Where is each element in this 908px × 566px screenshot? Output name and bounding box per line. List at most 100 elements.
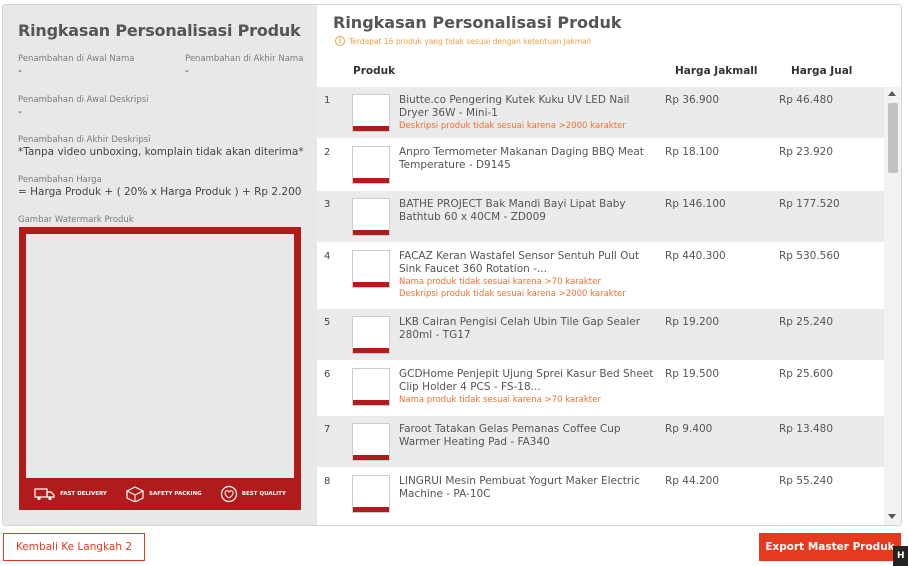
warning-message: i Terdapat 16 produk yang tidak sesuai d… [335, 36, 591, 46]
product-cell: BATHE PROJECT Bak Mandi Bayi Lipat Baby … [399, 198, 659, 224]
product-name: Faroot Tatakan Gelas Pemanas Coffee Cup … [399, 423, 621, 448]
suffix-desc-value: *Tanpa video unboxing, komplain tidak ak… [18, 146, 304, 158]
left-title: Ringkasan Personalisasi Produk [18, 21, 301, 40]
row-number: 1 [324, 95, 331, 106]
product-cell: Faroot Tatakan Gelas Pemanas Coffee Cup … [399, 423, 659, 449]
product-cell: Biutte.co Pengering Kutek Kuku UV LED Na… [399, 94, 659, 132]
harga-jakmall-cell: Rp 36.900 [665, 94, 720, 106]
harga-jakmall-cell: Rp 18.100 [665, 146, 720, 158]
product-error: Deskripsi produk tidak sesuai karena >20… [399, 289, 626, 299]
prefix-name-label: Penambahan di Awal Nama [18, 54, 135, 64]
table-row: 6 GCDHome Penjepit Ujung Sprei Kasur Bed … [317, 361, 884, 416]
watermark-image-area [26, 234, 294, 478]
table-scrollbar[interactable] [884, 87, 901, 525]
table-row: 5 LKB Cairan Pengisi Celah Ubin Tile Gap … [317, 309, 884, 361]
suffix-name-value: - [185, 65, 189, 77]
column-harga-jakmall: Harga Jakmall [675, 65, 758, 77]
quality-heart-icon [220, 485, 237, 503]
price-label: Penambahan Harga [18, 175, 102, 185]
harga-jakmall-cell: Rp 44.200 [665, 475, 720, 487]
table-row: 7 Faroot Tatakan Gelas Pemanas Coffee Cup… [317, 416, 884, 468]
right-title: Ringkasan Personalisasi Produk [333, 13, 622, 32]
product-name: GCDHome Penjepit Ujung Sprei Kasur Bed S… [399, 368, 654, 393]
watermark-badge-bar: FAST DELIVERY SAFETY PACKING BEST QUALIT… [19, 478, 301, 510]
column-harga-jual: Harga Jual [791, 65, 853, 77]
product-error: Nama produk tidak sesuai karena >70 kara… [399, 277, 601, 287]
harga-jakmall-cell: Rp 440.300 [665, 250, 726, 262]
row-number: 3 [324, 199, 331, 210]
harga-jual-cell: Rp 25.600 [779, 368, 834, 380]
product-thumbnail [352, 250, 390, 288]
product-error: Deskripsi produk tidak sesuai karena >20… [399, 121, 626, 131]
harga-jakmall-cell: Rp 19.500 [665, 368, 720, 380]
badge-safety-packing-label: SAFETY PACKING [149, 491, 202, 497]
product-thumbnail [352, 198, 390, 236]
truck-icon [34, 488, 55, 501]
summary-card: Ringkasan Personalisasi Produk Penambaha… [2, 4, 902, 526]
row-number: 8 [324, 476, 331, 487]
product-table-body[interactable]: 1 Biutte.co Pengering Kutek Kuku UV LED N… [317, 87, 884, 525]
badge-fast-delivery: FAST DELIVERY [34, 487, 107, 501]
product-thumbnail [352, 423, 390, 461]
product-cell: LINGRUI Mesin Pembuat Yogurt Maker Elect… [399, 475, 659, 501]
row-number: 4 [324, 251, 331, 262]
table-header: Produk Harga Jakmall Harga Jual [317, 55, 901, 87]
product-thumbnail [352, 368, 390, 406]
product-thumbnail [352, 316, 390, 354]
box-icon [126, 486, 144, 502]
help-widget[interactable]: H [893, 546, 908, 566]
row-number: 6 [324, 369, 331, 380]
product-name: FACAZ Keran Wastafel Sensor Sentuh Pull … [399, 250, 640, 275]
product-thumbnail [352, 475, 390, 513]
harga-jual-cell: Rp 23.920 [779, 146, 834, 158]
row-number: 5 [324, 317, 331, 328]
harga-jual-cell: Rp 55.240 [779, 475, 834, 487]
product-cell: GCDHome Penjepit Ujung Sprei Kasur Bed S… [399, 368, 659, 406]
product-name: LKB Cairan Pengisi Celah Ubin Tile Gap S… [399, 316, 641, 341]
back-to-step-2-button[interactable]: Kembali Ke Langkah 2 [3, 533, 145, 561]
harga-jual-cell: Rp 177.520 [779, 198, 840, 210]
harga-jakmall-cell: Rp 19.200 [665, 316, 720, 328]
table-row: 3 BATHE PROJECT Bak Mandi Bayi Lipat Baby… [317, 191, 884, 243]
left-panel: Ringkasan Personalisasi Produk Penambaha… [3, 5, 317, 525]
table-row: 8 LINGRUI Mesin Pembuat Yogurt Maker Elec… [317, 468, 884, 520]
product-thumbnail [352, 94, 390, 132]
scroll-up-icon[interactable] [888, 91, 896, 96]
product-cell: Anpro Termometer Makanan Daging BBQ Meat… [399, 146, 659, 172]
harga-jual-cell: Rp 25.240 [779, 316, 834, 328]
harga-jakmall-cell: Rp 9.400 [665, 423, 713, 435]
suffix-name-label: Penambahan di Akhir Nama [185, 54, 304, 64]
table-row: 1 Biutte.co Pengering Kutek Kuku UV LED N… [317, 87, 884, 139]
row-number: 2 [324, 147, 331, 158]
badge-fast-delivery-label: FAST DELIVERY [60, 491, 107, 497]
harga-jual-cell: Rp 530.560 [779, 250, 840, 262]
product-name: Biutte.co Pengering Kutek Kuku UV LED Na… [399, 94, 630, 119]
watermark-label: Gambar Watermark Produk [18, 215, 134, 225]
badge-safety-packing: SAFETY PACKING [125, 486, 202, 502]
scroll-down-icon[interactable] [888, 514, 896, 519]
info-icon: i [335, 36, 345, 46]
suffix-desc-label: Penambahan di Akhir Deskripsi [18, 135, 151, 145]
product-error: Nama produk tidak sesuai karena >70 kara… [399, 395, 601, 405]
watermark-preview: FAST DELIVERY SAFETY PACKING BEST QUALIT… [19, 227, 301, 510]
product-name: Anpro Termometer Makanan Daging BBQ Meat… [399, 146, 644, 171]
table-row: 2 Anpro Termometer Makanan Daging BBQ Mea… [317, 139, 884, 191]
harga-jakmall-cell: Rp 146.100 [665, 198, 726, 210]
price-value: = Harga Produk + ( 20% x Harga Produk ) … [18, 186, 302, 198]
warning-text: Terdapat 16 produk yang tidak sesuai den… [349, 36, 591, 46]
product-cell: FACAZ Keran Wastafel Sensor Sentuh Pull … [399, 250, 659, 300]
row-number: 7 [324, 424, 331, 435]
harga-jual-cell: Rp 46.480 [779, 94, 834, 106]
product-name: BATHE PROJECT Bak Mandi Bayi Lipat Baby … [399, 198, 626, 223]
product-cell: LKB Cairan Pengisi Celah Ubin Tile Gap S… [399, 316, 659, 342]
prefix-desc-label: Penambahan di Awal Deskripsi [18, 95, 149, 105]
table-row: 4 FACAZ Keran Wastafel Sensor Sentuh Pull… [317, 243, 884, 309]
right-panel: Ringkasan Personalisasi Produk i Terdapa… [317, 5, 901, 525]
badge-best-quality: BEST QUALITY [220, 485, 286, 503]
badge-best-quality-label: BEST QUALITY [241, 491, 286, 497]
harga-jual-cell: Rp 13.480 [779, 423, 834, 435]
export-master-produk-button[interactable]: Export Master Produk [759, 533, 901, 561]
scrollbar-thumb[interactable] [888, 103, 898, 173]
product-thumbnail [352, 146, 390, 184]
product-name: LINGRUI Mesin Pembuat Yogurt Maker Elect… [399, 475, 640, 500]
